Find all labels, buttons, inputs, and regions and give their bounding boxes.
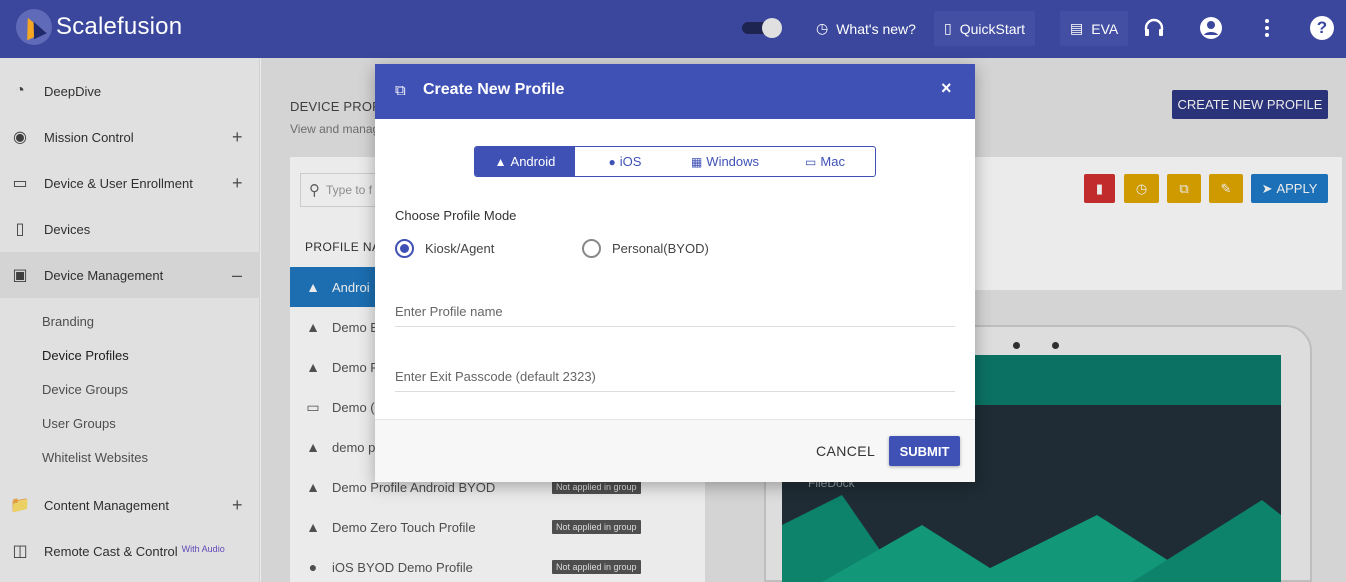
brand-name: Scalefusion: [56, 13, 183, 40]
tab-label: Android: [510, 154, 556, 169]
cancel-button[interactable]: CANCEL: [816, 443, 875, 459]
kiosk-agent-radio[interactable]: [395, 239, 414, 258]
exit-passcode-field: [395, 362, 955, 392]
theme-toggle[interactable]: [742, 18, 782, 38]
clock-icon: ◷: [816, 20, 829, 36]
whats-new-button[interactable]: ◷ What's new?: [806, 11, 926, 46]
headset-icon[interactable]: [1138, 12, 1170, 44]
personal-byod-radio[interactable]: [582, 239, 601, 258]
kiosk-agent-label[interactable]: Kiosk/Agent: [425, 241, 494, 256]
tab-label: Mac: [820, 154, 845, 169]
chat-icon: ▤: [1070, 20, 1084, 36]
tab-android[interactable]: ▲ Android: [475, 147, 575, 176]
laptop-icon: ▭: [805, 154, 817, 169]
personal-byod-label[interactable]: Personal(BYOD): [612, 241, 709, 256]
account-icon[interactable]: [1195, 12, 1227, 44]
windows-icon: ▦: [690, 154, 703, 169]
close-icon[interactable]: ×: [941, 78, 952, 99]
profile-mode-label: Choose Profile Mode: [395, 208, 517, 223]
quickstart-button[interactable]: ▯ QuickStart: [934, 11, 1036, 46]
top-bar: Scalefusion ◷ What's new? ▯ QuickStart ▤…: [0, 0, 1346, 58]
tab-mac[interactable]: ▭ Mac: [775, 147, 875, 176]
help-icon[interactable]: ?: [1306, 12, 1338, 44]
exit-passcode-input[interactable]: [395, 362, 955, 391]
profile-name-input[interactable]: [395, 297, 955, 326]
android-icon: ▲: [494, 154, 507, 169]
eva-button[interactable]: ▤ EVA: [1060, 11, 1129, 46]
brand-logo[interactable]: Scalefusion: [16, 9, 182, 45]
document-icon: ▯: [944, 20, 952, 36]
submit-button[interactable]: SUBMIT: [889, 436, 960, 466]
dialog-footer: CANCEL SUBMIT: [375, 419, 975, 482]
quickstart-label: QuickStart: [959, 20, 1026, 37]
tab-label: iOS: [619, 154, 642, 169]
logo-mark-icon: [16, 9, 52, 45]
tab-label: Windows: [706, 154, 760, 169]
create-profile-dialog: ⧉ Create New Profile × ▲ Android ● iOS ▦ Wi…: [375, 64, 975, 482]
profile-name-field: [395, 297, 955, 327]
more-vert-icon[interactable]: [1251, 12, 1283, 44]
dialog-title: Create New Profile: [423, 81, 565, 98]
os-tab-group: ▲ Android ● iOS ▦ Windows ▭ Mac: [474, 146, 876, 177]
tab-windows[interactable]: ▦ Windows: [675, 147, 775, 176]
eva-label: EVA: [1091, 20, 1119, 37]
profile-stack-icon: ⧉: [395, 82, 406, 99]
tab-ios[interactable]: ● iOS: [575, 147, 675, 176]
apple-icon: ●: [608, 154, 616, 169]
dialog-header: ⧉ Create New Profile ×: [375, 64, 975, 119]
whats-new-label: What's new?: [836, 20, 916, 37]
